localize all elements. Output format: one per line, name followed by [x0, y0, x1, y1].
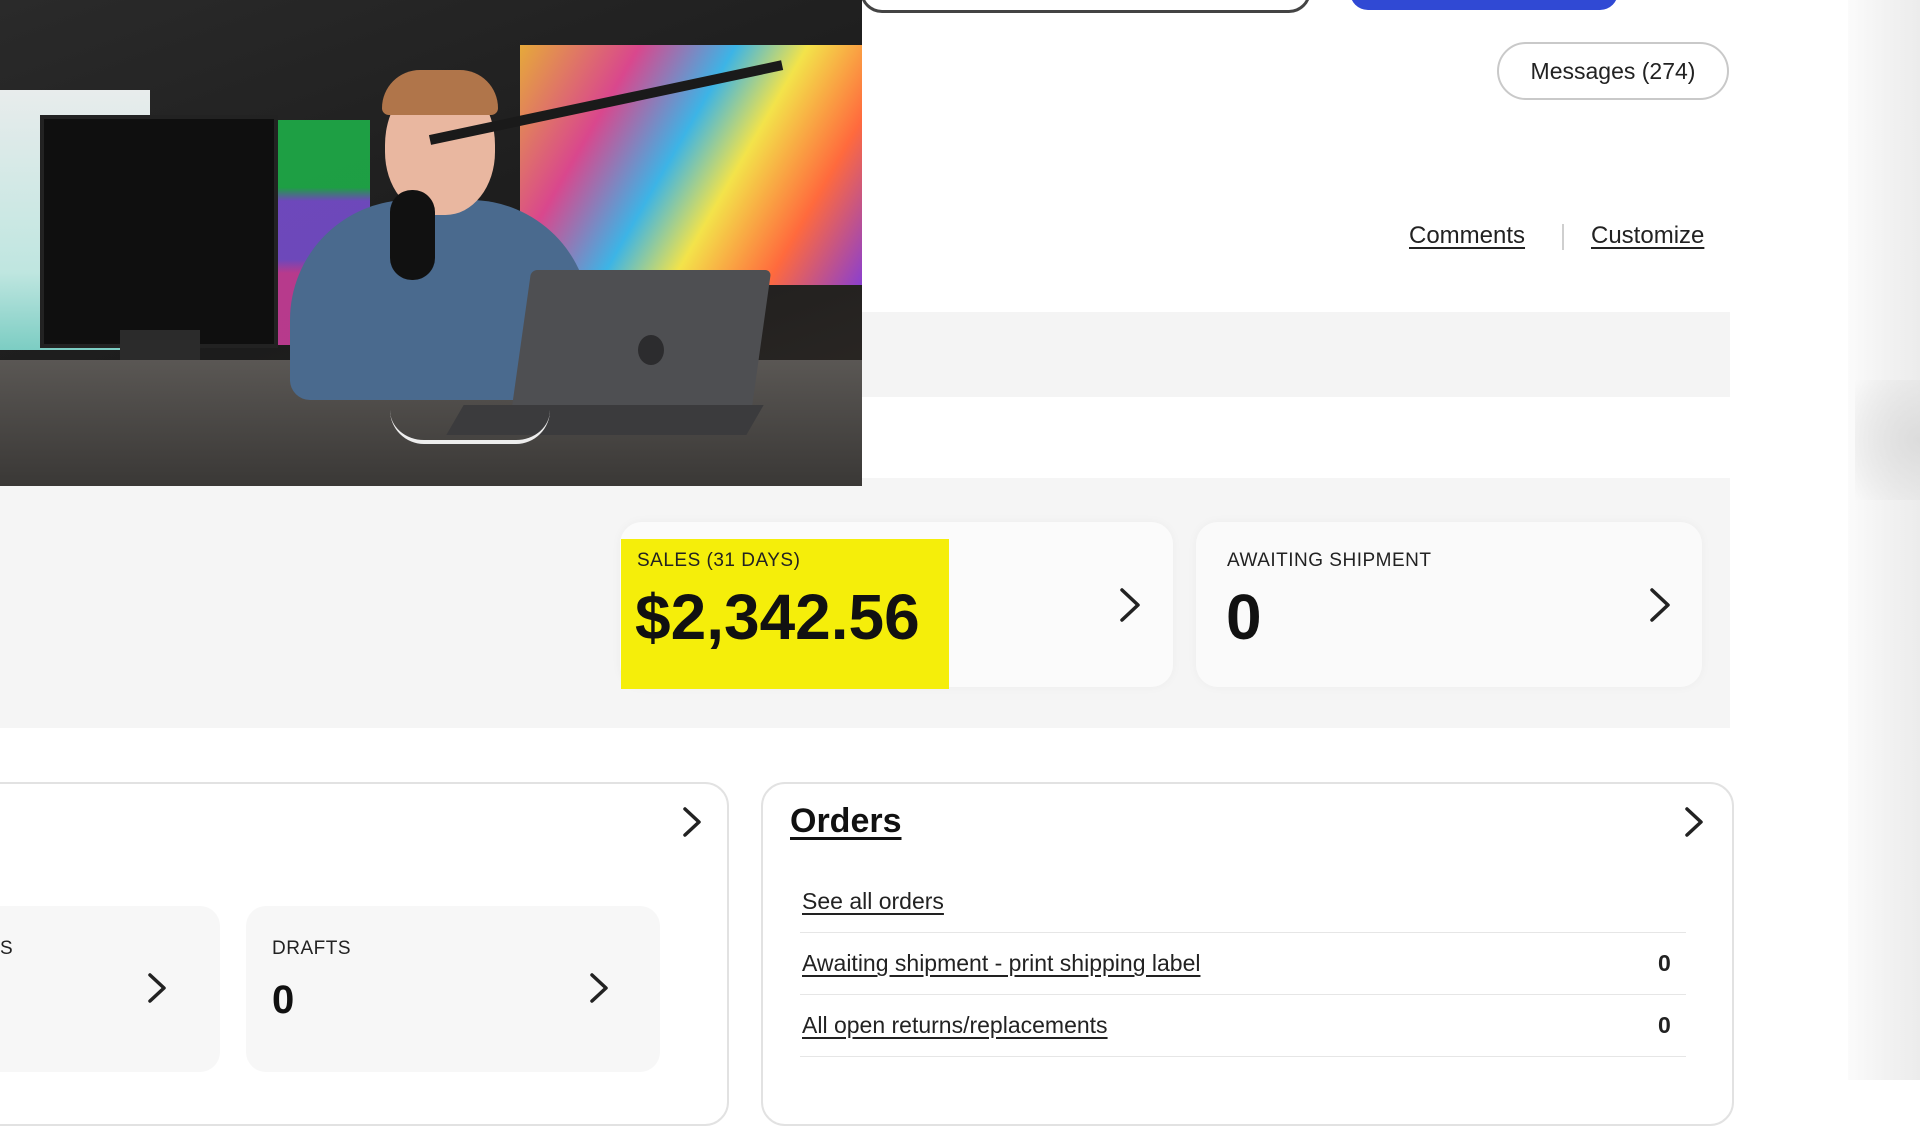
awaiting-shipment-count: 0: [1658, 950, 1671, 976]
orders-title[interactable]: Orders: [790, 802, 902, 841]
awaiting-shipment-value: 0: [1226, 581, 1262, 653]
link-divider: [1562, 224, 1564, 250]
microphone: [390, 190, 435, 280]
drafts-value: 0: [272, 978, 295, 1022]
chevron-right-icon[interactable]: [1110, 580, 1148, 630]
drafts-label: DRAFTS: [272, 938, 351, 959]
page-edge-shade: [1855, 380, 1920, 500]
messages-button[interactable]: Messages (274): [1497, 42, 1729, 100]
awaiting-shipment-label: AWAITING SHIPMENT: [1227, 550, 1432, 571]
search-button[interactable]: [1350, 0, 1618, 10]
chevron-right-icon[interactable]: [140, 966, 172, 1010]
row-divider: [800, 932, 1686, 933]
active-listings-label: S: [0, 938, 13, 959]
sales-value: $2,342.56: [635, 581, 920, 653]
person-hair: [382, 70, 498, 115]
see-all-orders-link[interactable]: See all orders: [802, 888, 944, 915]
chevron-right-icon[interactable]: [1640, 580, 1678, 630]
search-input[interactable]: [860, 0, 1311, 13]
cut-off-order-row[interactable]: [802, 1068, 992, 1088]
customize-link[interactable]: Customize: [1591, 222, 1704, 250]
monitor: [40, 115, 278, 348]
laptop-logo: [638, 335, 664, 365]
announcement-strip: [860, 312, 1730, 397]
page-edge: [1848, 0, 1920, 1080]
comments-link[interactable]: Comments: [1409, 222, 1525, 250]
cable: [390, 410, 550, 444]
row-divider: [800, 1056, 1686, 1057]
row-divider: [800, 994, 1686, 995]
active-listings-card[interactable]: [0, 906, 220, 1072]
sales-label: SALES (31 DAYS): [637, 550, 801, 571]
open-returns-count: 0: [1658, 1012, 1671, 1038]
open-returns-link[interactable]: All open returns/replacements: [802, 1012, 1108, 1039]
chevron-right-icon[interactable]: [582, 966, 614, 1010]
chevron-right-icon[interactable]: [675, 800, 707, 844]
awaiting-shipment-link[interactable]: Awaiting shipment - print shipping label: [802, 950, 1200, 977]
chevron-right-icon[interactable]: [1677, 800, 1709, 844]
awaiting-shipment-card[interactable]: [1196, 522, 1702, 687]
webcam-overlay: [0, 0, 862, 486]
